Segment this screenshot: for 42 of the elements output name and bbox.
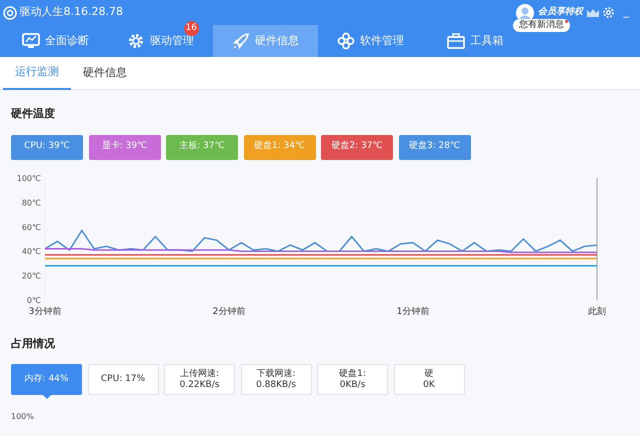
monitor-icon bbox=[22, 32, 40, 50]
axis-label: 100% bbox=[11, 411, 35, 423]
app-logo-icon bbox=[2, 6, 17, 20]
gear-icon bbox=[126, 32, 144, 50]
crown-icon bbox=[586, 8, 600, 18]
sensor-chip[interactable]: 硬盘1: 34℃ bbox=[244, 134, 316, 160]
y-tick-label: 20℃ bbox=[22, 271, 41, 280]
sub-tab[interactable]: 硬件信息 bbox=[70, 57, 139, 90]
settings-icon[interactable] bbox=[602, 6, 616, 19]
section-title: 占用情况 bbox=[11, 336, 56, 352]
y-tick-label: 100℃ bbox=[16, 174, 41, 182]
sensor-chip[interactable]: 硬盘2: 37℃ bbox=[321, 134, 393, 160]
main-tab[interactable]: 软件管理 bbox=[318, 25, 423, 57]
window-title: 驱动人生8.16.28.78 bbox=[20, 4, 123, 20]
sensor-chip[interactable]: CPU: 39℃ bbox=[11, 134, 83, 160]
rocket-icon bbox=[232, 32, 250, 50]
main-tab[interactable]: 全面诊断 bbox=[2, 25, 108, 57]
member-link[interactable]: 会员享特权 bbox=[538, 6, 583, 20]
main-tab[interactable]: 硬件信息 bbox=[212, 25, 318, 57]
y-tick-label: 40℃ bbox=[22, 246, 41, 256]
count-badge: 16 bbox=[184, 21, 199, 36]
y-tick-label: 60℃ bbox=[22, 222, 41, 232]
x-tick-label: 1分钟前 bbox=[396, 306, 430, 316]
usage-card[interactable]: CPU: 17% bbox=[88, 364, 158, 395]
section-title: 硬件温度 bbox=[11, 106, 56, 122]
minimize-button[interactable]: _ bbox=[624, 4, 629, 21]
usage-card[interactable]: 下载网速: 0.88KB/s bbox=[240, 364, 312, 395]
usage-card[interactable]: 硬 0K bbox=[394, 364, 464, 395]
toolbox-icon bbox=[447, 32, 465, 50]
usage-card[interactable]: 硬盘1: 0KB/s bbox=[317, 364, 388, 395]
sensor-chip[interactable]: 显卡: 39℃ bbox=[88, 134, 160, 160]
y-tick-label: 0℃ bbox=[26, 296, 41, 304]
message-bubble[interactable]: 您有新消息 bbox=[513, 19, 570, 32]
x-tick-label: 3分钟前 bbox=[28, 306, 62, 316]
x-tick-label: 此刻 bbox=[588, 306, 606, 316]
sensor-chip[interactable]: 硬盘3: 28℃ bbox=[398, 134, 470, 160]
sensor-chip[interactable]: 主板: 37℃ bbox=[166, 134, 238, 160]
y-tick-label: 80℃ bbox=[22, 198, 41, 207]
sub-tab[interactable]: 运行监测 bbox=[2, 57, 71, 90]
flower-icon bbox=[336, 32, 354, 50]
usage-card[interactable]: 上传网速: 0.22KB/s bbox=[164, 364, 235, 395]
x-tick-label: 2分钟前 bbox=[212, 306, 246, 316]
